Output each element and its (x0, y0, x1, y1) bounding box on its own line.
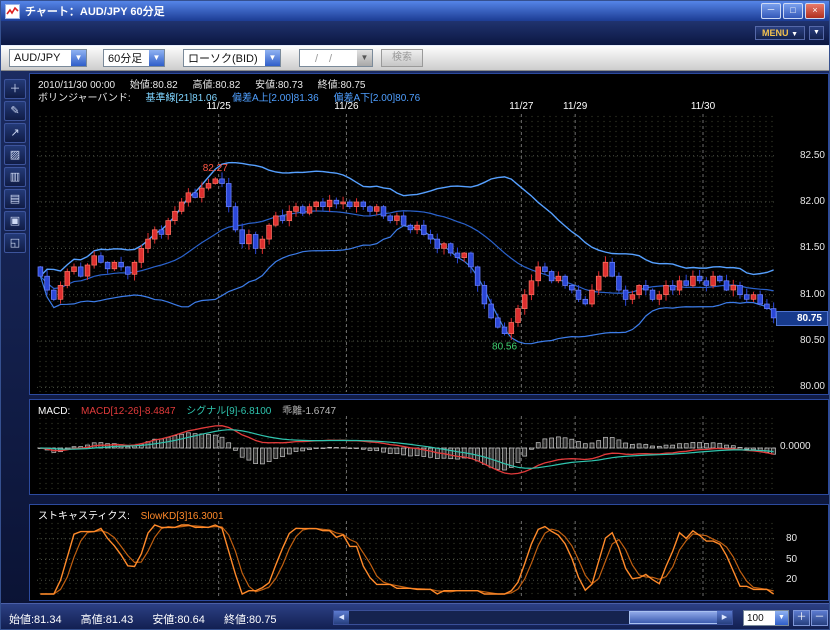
date-label: 11/27 (509, 101, 534, 112)
zoom-value: 100 (747, 612, 764, 624)
scroll-left-icon[interactable]: ◀ (334, 611, 349, 624)
period-value: 60分足 (108, 53, 143, 65)
main-chart-panel: 2010/11/30 00:00 始値:80.82 高値:80.82 安値:80… (29, 73, 829, 395)
pencil-tool-icon[interactable]: ✎ (4, 101, 26, 121)
zoom-in-button[interactable]: ＋ (793, 610, 810, 626)
book-tool-icon[interactable]: ▤ (4, 189, 26, 209)
minimize-button[interactable]: － (761, 3, 781, 19)
stochastics-header: ストキャスティクス: SlowKD[3]16.3001 (38, 507, 232, 522)
status-bar: 始値:81.34 高値:81.43 安値:80.64 終値:80.75 ◀ ▶ … (1, 603, 829, 629)
chevron-down-icon: ▼ (791, 31, 798, 38)
currency-pair-value: AUD/JPY (14, 52, 61, 64)
macd-chart[interactable] (37, 416, 777, 492)
bollinger-upper: 偏差A上[2.00]81.36 (231, 93, 319, 104)
layout-tool-icon[interactable]: ◱ (4, 233, 26, 253)
scrollbar-thumb[interactable] (629, 611, 719, 624)
svg-text:80.56: 80.56 (492, 341, 517, 352)
period-select[interactable]: 60分足 ▼ (103, 49, 165, 67)
chart-window: チャート：AUD/JPY 60分足 － □ × MENU ▼ ▼ AUD/JPY… (0, 0, 830, 630)
date-label: 11/26 (334, 101, 359, 112)
print-tool-icon[interactable]: ▣ (4, 211, 26, 231)
price-axis-label: 80.50 (799, 335, 825, 347)
chevron-down-icon: ▼ (357, 50, 372, 66)
date-value: / / (304, 53, 333, 65)
candlestick-chart[interactable]: 82.27 80.56 (37, 114, 777, 392)
chevron-down-icon: ▼ (265, 50, 280, 66)
chevron-down-icon: ▼ (775, 611, 788, 625)
maximize-button[interactable]: □ (783, 3, 803, 19)
date-label: 11/29 (563, 101, 588, 112)
zoom-select[interactable]: 100 ▼ (743, 610, 789, 626)
search-button[interactable]: 検索 (381, 49, 423, 67)
toolbar: AUD/JPY ▼ 60分足 ▼ ローソク(BID) ▼ / / ▼ 検索 (1, 45, 829, 71)
scroll-right-icon[interactable]: ▶ (717, 611, 732, 624)
chevron-down-icon: ▼ (71, 50, 86, 66)
price-axis-label: 82.50 (799, 149, 825, 161)
price-axis-label: 80.00 (799, 381, 825, 393)
grid-tool-icon[interactable]: ▥ (4, 167, 26, 187)
session-high: 高値:81.43 (80, 614, 134, 626)
crosshair-tool-icon[interactable]: ＋ (4, 79, 26, 99)
price-axis-label: 81.50 (799, 242, 825, 254)
trendline-tool-icon[interactable]: ↗ (4, 123, 26, 143)
currency-pair-select[interactable]: AUD/JPY ▼ (9, 49, 87, 67)
stochastics-axis-label: 50 (786, 553, 798, 565)
session-open: 始値:81.34 (9, 614, 62, 626)
chart-type-value: ローソク(BID) (188, 53, 258, 65)
drawing-toolbar: ＋ ✎ ↗ ▨ ▥ ▤ ▣ ◱ (4, 79, 27, 255)
close-button[interactable]: × (805, 3, 825, 19)
price-axis-label: 82.00 (799, 196, 825, 208)
chart-type-select[interactable]: ローソク(BID) ▼ (183, 49, 281, 67)
bollinger-label: ボリンジャーバンド: (38, 93, 131, 104)
stochastics-panel: ストキャスティクス: SlowKD[3]16.3001 80 50 20 (29, 504, 829, 601)
window-title: チャート：AUD/JPY 60分足 (25, 6, 165, 18)
macd-header: MACD: MACD[12-26]-8.4847 シグナル[9]-6.8100 … (38, 402, 344, 417)
session-low: 安値:80.64 (152, 614, 205, 626)
price-axis-label: 81.00 (799, 288, 825, 300)
menu-collapse-button[interactable]: ▼ (809, 26, 824, 40)
macd-zero-label: 0.0000 (780, 441, 811, 452)
date-label: 11/30 (690, 101, 716, 112)
menu-label: MENU (762, 28, 789, 38)
chart-scrollbar[interactable]: ◀ ▶ (333, 610, 733, 625)
stochastics-chart[interactable] (37, 521, 777, 598)
session-ohlc: 始値:81.34 高値:81.43 安値:80.64 終値:80.75 (9, 611, 293, 627)
zoom-out-button[interactable]: － (811, 610, 828, 626)
macd-panel: MACD: MACD[12-26]-8.4847 シグナル[9]-6.8100 … (29, 399, 829, 495)
app-icon (5, 3, 20, 19)
title-bar: チャート：AUD/JPY 60分足 － □ × (1, 1, 829, 21)
stochastics-axis-label: 80 (786, 532, 798, 544)
chart-type-tool-icon[interactable]: ▨ (4, 145, 26, 165)
menu-button[interactable]: MENU ▼ (755, 26, 805, 40)
stochastics-axis-label: 20 (786, 574, 798, 586)
current-price-badge: 80.75 (776, 310, 828, 326)
date-field[interactable]: / / ▼ (299, 49, 373, 67)
chevron-down-icon: ▼ (149, 50, 164, 66)
date-label: 11/25 (206, 101, 231, 112)
session-close: 終値:80.75 (223, 614, 277, 626)
svg-text:82.27: 82.27 (203, 163, 228, 174)
menu-strip: MENU ▼ ▼ (1, 21, 829, 45)
